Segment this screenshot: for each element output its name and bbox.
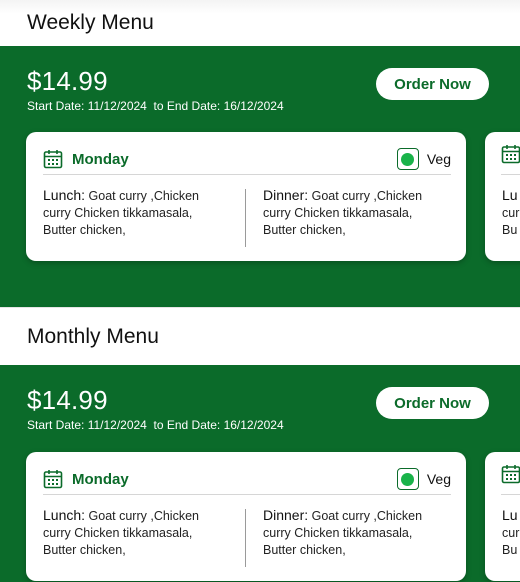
calendar-icon <box>43 470 63 489</box>
dinner-section: Dinner: Goat curry ,Chicken curry Chicke… <box>263 187 439 239</box>
lunch-section: Lunch: Goat curry ,Chicken curry Chicken… <box>43 187 219 239</box>
meal-separator <box>245 509 246 567</box>
meal-separator <box>245 189 246 247</box>
veg-indicator-icon <box>396 468 419 490</box>
card-header: Monday Veg <box>43 464 451 494</box>
weekly-plan-band: $14.99 Start Date: 11/12/2024 to End Dat… <box>0 46 520 307</box>
weekly-price: $14.99 <box>27 66 108 96</box>
card-divider <box>43 174 451 175</box>
menu-page: Weekly Menu $14.99 Start Date: 11/12/202… <box>0 0 520 582</box>
monthly-next-day-card[interactable]: Lu cur Bu <box>485 452 520 581</box>
weekly-next-day-card[interactable]: Lu cur Bu <box>485 132 520 261</box>
weekly-menu-title: Weekly Menu <box>27 11 154 34</box>
weekly-day-card[interactable]: Monday Veg Lunch: Goat curry ,Chicken cu… <box>26 132 466 261</box>
lunch-label: Lunch: <box>43 507 86 523</box>
monthly-menu-header: Monthly Menu <box>0 307 520 365</box>
card-day: Monday <box>72 470 129 488</box>
calendar-icon <box>501 465 520 484</box>
monthly-menu-title: Monthly Menu <box>27 324 159 348</box>
lunch-section: Lunch: Goat curry ,Chicken curry Chicken… <box>43 507 219 559</box>
calendar-icon <box>501 145 520 164</box>
dinner-label: Dinner: <box>263 187 309 203</box>
weekly-date-range: Start Date: 11/12/2024 to End Date: 16/1… <box>27 99 284 113</box>
peek-card-text: Lu cur Bu <box>502 187 520 237</box>
card-divider <box>43 494 451 495</box>
weekly-menu-header: Weekly Menu <box>0 0 520 46</box>
monthly-price: $14.99 <box>27 385 108 415</box>
dinner-section: Dinner: Goat curry ,Chicken curry Chicke… <box>263 507 439 559</box>
dinner-label: Dinner: <box>263 507 309 523</box>
calendar-icon <box>43 150 63 169</box>
veg-label: Veg <box>426 151 451 167</box>
card-day: Monday <box>72 150 129 168</box>
monthly-plan-band: $14.99 Start Date: 11/12/2024 to End Dat… <box>0 365 520 582</box>
card-divider <box>501 494 520 495</box>
veg-label: Veg <box>426 471 451 487</box>
lunch-label: Lunch: <box>43 187 86 203</box>
card-divider <box>501 174 520 175</box>
card-header: Monday Veg <box>43 144 451 174</box>
weekly-order-now-button[interactable]: Order Now <box>376 68 489 100</box>
monthly-order-now-button[interactable]: Order Now <box>376 387 489 419</box>
monthly-day-card[interactable]: Monday Veg Lunch: Goat curry ,Chicken cu… <box>26 452 466 581</box>
peek-card-text: Lu cur Bu <box>502 507 520 557</box>
monthly-date-range: Start Date: 11/12/2024 to End Date: 16/1… <box>27 418 284 432</box>
veg-indicator-icon <box>396 148 419 170</box>
